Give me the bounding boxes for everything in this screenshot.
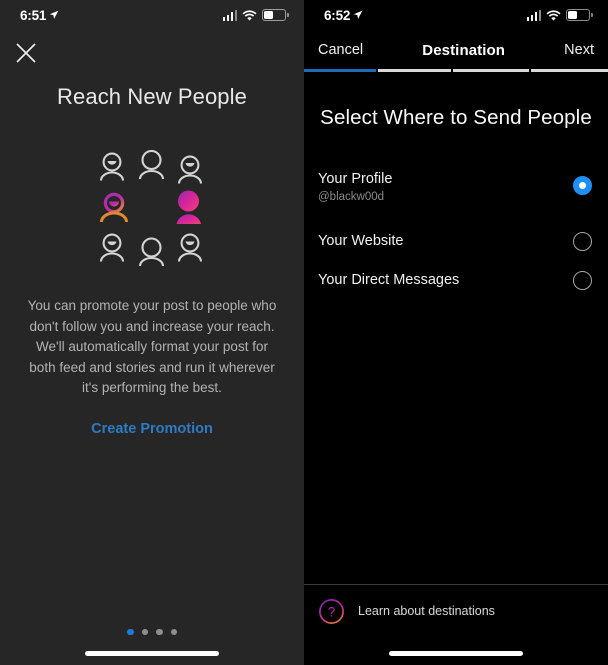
footer-label: Learn about destinations: [358, 604, 495, 618]
location-arrow-icon: [50, 10, 59, 19]
page-heading: Select Where to Send People: [320, 106, 592, 129]
destination-option-your-website[interactable]: Your Website: [304, 222, 608, 261]
clock-label: 6:52: [324, 7, 351, 23]
question-mark-circle-icon: ?: [319, 598, 344, 624]
person-icon-highlighted-right: [176, 190, 201, 224]
status-bar-right: 6:52: [304, 0, 608, 30]
option-label: Your Profile: [318, 171, 393, 187]
cellular-signal-icon: [222, 9, 237, 21]
battery-icon: [566, 9, 593, 21]
page-dot-2[interactable]: [141, 628, 148, 635]
status-bar-icons-left: [222, 9, 289, 21]
wifi-icon: [242, 9, 257, 21]
cellular-signal-icon: [526, 9, 541, 21]
dual-screenshot-stage: 6:51 Reach New People You can promote yo…: [0, 0, 608, 665]
option-label: Your Website: [318, 233, 404, 249]
option-label: Your Direct Messages: [318, 272, 460, 288]
radio-button-selected[interactable]: [573, 176, 592, 195]
clock-label: 6:51: [20, 7, 47, 23]
home-indicator-right[interactable]: [389, 651, 523, 656]
progress-step-1: [304, 69, 376, 72]
person-icon: [138, 150, 165, 180]
page-dot-3[interactable]: [156, 628, 163, 635]
svg-text:?: ?: [328, 604, 336, 619]
create-promotion-button[interactable]: Create Promotion: [0, 421, 304, 437]
page-indicator: [127, 628, 177, 635]
person-icon: [99, 233, 125, 262]
location-arrow-icon: [354, 10, 363, 19]
progress-step-2: [377, 69, 452, 72]
person-icon: [177, 233, 203, 262]
wifi-icon: [546, 9, 561, 21]
person-icon-highlighted-left: [100, 192, 128, 223]
status-bar-icons-right: [526, 9, 593, 21]
promotion-intro-screen: 6:51 Reach New People You can promote yo…: [0, 0, 304, 665]
option-subtitle: @blackw00d: [318, 191, 385, 203]
promotion-description: You can promote your post to people who …: [27, 298, 277, 395]
person-icon: [138, 237, 165, 266]
page-title: Reach New People: [57, 84, 247, 109]
close-icon: [16, 43, 36, 63]
footer-divider: [304, 584, 608, 585]
cancel-button[interactable]: Cancel: [318, 42, 363, 58]
step-progress-bar: [304, 69, 608, 72]
destination-selection-screen: 6:52 Cancel Destination Next Select Wher…: [304, 0, 608, 665]
radio-button[interactable]: [573, 232, 592, 251]
progress-step-4: [530, 69, 608, 72]
next-button[interactable]: Next: [564, 42, 594, 58]
home-indicator-left[interactable]: [85, 651, 219, 656]
destination-option-your-profile[interactable]: Your Profile @blackw00d: [304, 165, 608, 211]
close-button[interactable]: [10, 38, 42, 68]
person-icon: [177, 155, 203, 184]
navigation-bar: Cancel Destination Next: [304, 32, 608, 68]
status-bar-left: 6:51: [0, 0, 304, 30]
group-of-people-illustration: [99, 150, 203, 266]
destination-options-list: Your Profile @blackw00d Your Website You…: [304, 165, 608, 300]
progress-step-3: [453, 69, 529, 72]
status-bar-clock-right: 6:52: [324, 8, 363, 23]
destination-option-your-direct-messages[interactable]: Your Direct Messages: [304, 261, 608, 300]
status-bar-clock-left: 6:51: [20, 8, 59, 23]
person-icon: [99, 152, 125, 181]
navbar-title: Destination: [422, 41, 506, 59]
radio-button[interactable]: [573, 271, 592, 290]
page-dot-1[interactable]: [127, 628, 134, 635]
learn-about-destinations-link[interactable]: ? Learn about destinations: [318, 595, 594, 627]
page-dot-4[interactable]: [170, 628, 177, 635]
battery-icon: [262, 9, 289, 21]
